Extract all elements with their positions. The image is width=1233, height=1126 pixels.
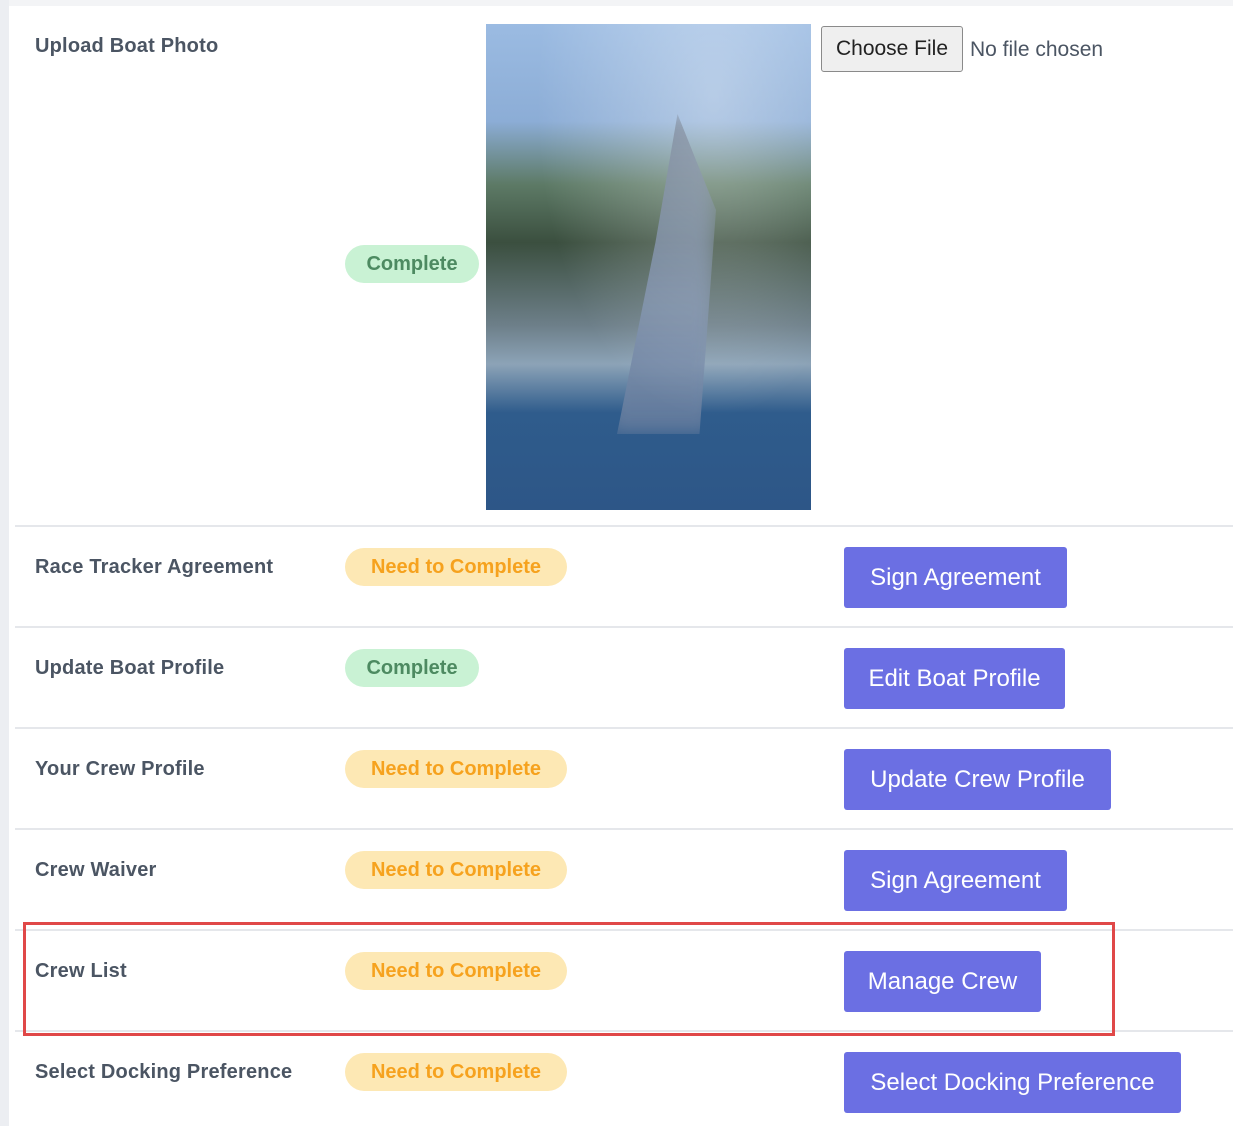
task-label: Upload Boat Photo	[35, 35, 219, 57]
status-badge: Complete	[345, 649, 479, 687]
boat-photo-preview	[486, 24, 811, 510]
page: Upload Boat Photo Complete Choose File N…	[0, 0, 1233, 1126]
edit-boat-profile-button[interactable]: Edit Boat Profile	[844, 648, 1065, 709]
task-row-crew-waiver: Crew Waiver Need to Complete Sign Agreem…	[15, 828, 1233, 929]
file-status-text: No file chosen	[970, 38, 1104, 61]
task-label: Crew Waiver	[35, 859, 157, 881]
task-row-select-docking-preference: Select Docking Preference Need to Comple…	[15, 1030, 1233, 1126]
select-docking-preference-button[interactable]: Select Docking Preference	[844, 1052, 1181, 1113]
status-badge: Need to Complete	[345, 750, 567, 788]
task-label: Select Docking Preference	[35, 1061, 293, 1083]
status-badge: Need to Complete	[345, 851, 567, 889]
status-badge: Need to Complete	[345, 1053, 567, 1091]
task-row-race-tracker-agreement: Race Tracker Agreement Need to Complete …	[15, 525, 1233, 626]
task-label: Crew List	[35, 960, 127, 982]
left-rail	[0, 0, 9, 1126]
choose-file-button[interactable]: Choose File	[821, 26, 963, 72]
sign-waiver-button[interactable]: Sign Agreement	[844, 850, 1067, 911]
status-badge: Complete	[345, 245, 479, 283]
task-label: Your Crew Profile	[35, 758, 205, 780]
sign-agreement-button[interactable]: Sign Agreement	[844, 547, 1067, 608]
status-badge: Need to Complete	[345, 952, 567, 990]
task-row-your-crew-profile: Your Crew Profile Need to Complete Updat…	[15, 727, 1233, 828]
photo-haze	[486, 24, 811, 510]
update-crew-profile-button[interactable]: Update Crew Profile	[844, 749, 1111, 810]
task-row-update-boat-profile: Update Boat Profile Complete Edit Boat P…	[15, 626, 1233, 727]
task-row-crew-list: Crew List Need to Complete Manage Crew	[15, 929, 1233, 1030]
manage-crew-button[interactable]: Manage Crew	[844, 951, 1041, 1012]
task-label: Race Tracker Agreement	[35, 556, 274, 578]
task-label: Update Boat Profile	[35, 657, 225, 679]
task-row-upload-boat-photo: Upload Boat Photo Complete Choose File N…	[15, 6, 1233, 525]
status-badge: Need to Complete	[345, 548, 567, 586]
